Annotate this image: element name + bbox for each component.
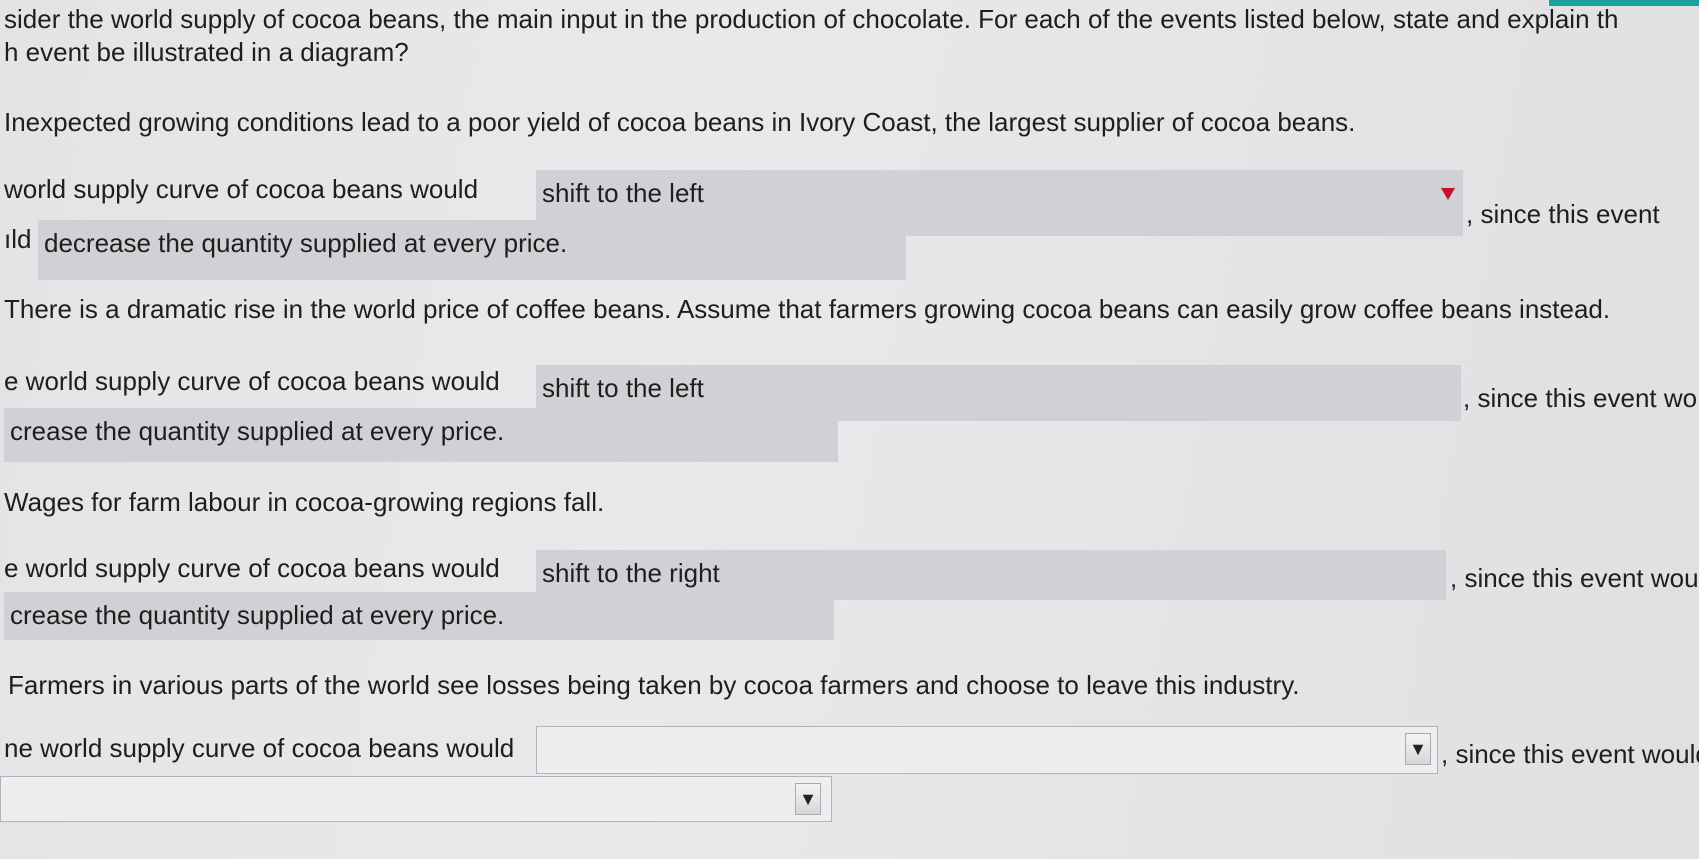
question-2-direction-value: shift to the left <box>542 373 704 403</box>
question-3-prefix: e world supply curve of cocoa beans woul… <box>4 553 500 583</box>
incorrect-flag-icon <box>1441 188 1455 200</box>
question-2-quantity-value: crease the quantity supplied at every pr… <box>10 416 505 446</box>
question-4-direction-select[interactable]: ▼ <box>536 726 1438 774</box>
question-4-prefix: ne world supply curve of cocoa beans wou… <box>4 733 515 763</box>
question-1-quantity-select[interactable]: decrease the quantity supplied at every … <box>38 220 906 280</box>
dropdown-arrow-icon[interactable]: ▼ <box>1405 733 1431 765</box>
question-4-quantity-select[interactable]: ▼ <box>0 776 832 822</box>
question-2-quantity-select[interactable]: crease the quantity supplied at every pr… <box>4 408 838 462</box>
intro-line-2: h event be illustrated in a diagram? <box>4 37 409 67</box>
question-1-suffix: , since this event <box>1466 199 1660 229</box>
question-2-suffix: , since this event wo <box>1463 383 1698 413</box>
question-1-direction-value: shift to the left <box>542 178 704 208</box>
question-2-event: There is a dramatic rise in the world pr… <box>4 294 1611 324</box>
question-1-line2-prefix: ıld <box>4 224 32 254</box>
intro-line-1: sider the world supply of cocoa beans, t… <box>4 4 1619 34</box>
dropdown-arrow-icon[interactable]: ▼ <box>795 783 821 815</box>
question-4-event: Farmers in various parts of the world se… <box>8 670 1300 700</box>
question-1-quantity-value: decrease the quantity supplied at every … <box>44 228 568 258</box>
question-2-prefix: e world supply curve of cocoa beans woul… <box>4 366 500 396</box>
question-3-direction-value: shift to the right <box>542 558 720 588</box>
question-1-event: Inexpected growing conditions lead to a … <box>4 107 1356 137</box>
question-3-quantity-value: crease the quantity supplied at every pr… <box>10 600 505 630</box>
question-4-suffix: , since this event would <box>1441 739 1699 769</box>
question-3-suffix: , since this event woul <box>1450 563 1699 593</box>
question-3-event: Wages for farm labour in cocoa-growing r… <box>4 487 605 517</box>
question-3-quantity-select[interactable]: crease the quantity supplied at every pr… <box>4 592 834 640</box>
question-1-prefix: world supply curve of cocoa beans would <box>4 174 479 204</box>
